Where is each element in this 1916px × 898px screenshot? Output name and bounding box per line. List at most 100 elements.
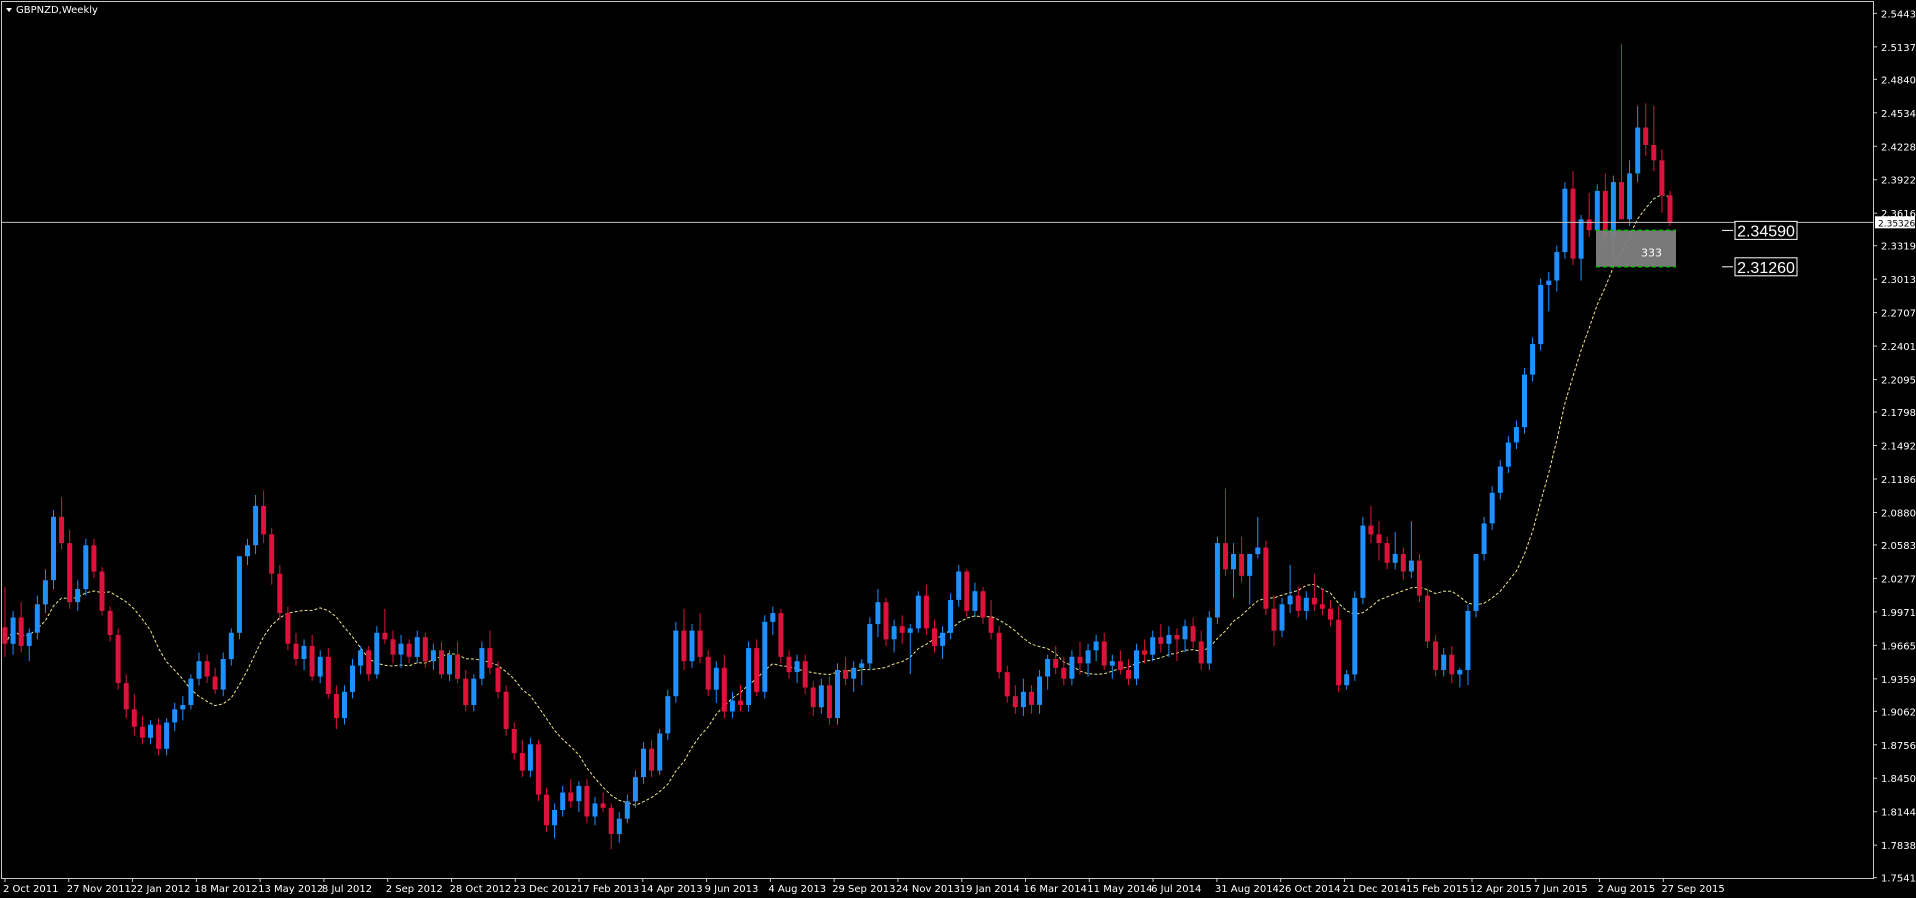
- candle-body: [1109, 661, 1115, 666]
- candlestick-chart[interactable]: GBPNZD,Weekly 333 2.34590 2.31260 2.54430 2…: [0, 0, 1916, 898]
- candle-body: [826, 685, 832, 719]
- candle-body: [1029, 691, 1034, 705]
- x-tick-label: 15 Feb 2015: [1406, 884, 1468, 895]
- x-tick-label: 24 Nov 2013: [896, 884, 960, 895]
- y-tick-label: 2.08800: [1881, 508, 1916, 519]
- candle-body: [1045, 659, 1051, 677]
- x-tick-label: 27 Nov 2011: [67, 884, 131, 895]
- candle-body: [713, 667, 719, 690]
- candle: [867, 617, 873, 670]
- candle-body: [51, 516, 56, 581]
- x-tick-label: 4 Aug 2013: [768, 884, 826, 895]
- candle-body: [83, 545, 89, 590]
- candle-body: [1231, 554, 1236, 570]
- candle-body: [172, 709, 178, 723]
- x-tick-label: 26 Oct 2014: [1279, 884, 1341, 895]
- candle-body: [220, 659, 226, 690]
- candle-body: [1449, 654, 1455, 675]
- current-price-label: 2.35326: [1878, 219, 1915, 229]
- candle-body: [1271, 608, 1277, 631]
- candle: [673, 621, 679, 703]
- candle-body: [1481, 523, 1487, 554]
- candle-body: [810, 687, 816, 708]
- candle-body: [641, 748, 646, 778]
- candle-body: [600, 803, 606, 808]
- candle-body: [333, 694, 339, 719]
- candle-body: [657, 733, 663, 771]
- candle: [1263, 540, 1269, 616]
- y-tick-label: 2.54430: [1881, 9, 1916, 20]
- candle-body: [1174, 635, 1180, 640]
- candle-body: [1457, 670, 1463, 675]
- candle-body: [390, 639, 396, 655]
- candle-body: [1352, 597, 1358, 675]
- chart-window[interactable]: GBPNZD,Weekly 333 2.34590 2.31260 2.54430 2…: [0, 0, 1916, 898]
- candle-body: [875, 602, 881, 625]
- candle-body: [1020, 691, 1026, 708]
- candle-body: [2, 627, 8, 644]
- candle-body: [75, 589, 81, 603]
- candle-body: [681, 630, 687, 662]
- candle-body: [1150, 637, 1156, 655]
- candle-body: [1400, 554, 1406, 572]
- candle-body: [1546, 280, 1552, 285]
- candle-body: [447, 654, 452, 675]
- candle-body: [1643, 127, 1649, 145]
- candle-body: [1126, 670, 1131, 679]
- y-tick-label: 2.30130: [1881, 275, 1916, 286]
- candle-body: [1368, 525, 1374, 535]
- candle-body: [705, 656, 711, 690]
- supply-demand-zone[interactable]: [1596, 230, 1676, 267]
- y-tick-label: 2.17980: [1881, 408, 1916, 419]
- candle-body: [948, 600, 954, 633]
- candle-body: [382, 632, 388, 640]
- level-value: 2.34590: [1737, 223, 1795, 240]
- candle-body: [932, 628, 937, 646]
- candle-body: [1037, 676, 1043, 705]
- y-tick-label: 2.20950: [1881, 376, 1916, 387]
- candle-body: [455, 654, 461, 679]
- candle-body: [616, 818, 622, 834]
- candle-body: [1441, 654, 1447, 670]
- candle: [115, 628, 121, 690]
- candle-body: [1562, 188, 1568, 253]
- candle-body: [1093, 641, 1099, 651]
- candle-body: [439, 650, 444, 675]
- candle-body: [624, 801, 630, 819]
- candle-body: [899, 626, 905, 633]
- y-tick-label: 2.05830: [1881, 541, 1916, 552]
- candle-body: [1263, 547, 1269, 609]
- candle: [778, 608, 784, 664]
- candle-body: [309, 645, 315, 677]
- candle: [503, 685, 509, 736]
- candle-body: [479, 648, 485, 679]
- y-tick-label: 2.48400: [1881, 75, 1916, 86]
- x-tick-label: 14 Apr 2013: [641, 884, 703, 895]
- candle-body: [487, 648, 493, 668]
- candle-body: [980, 591, 986, 618]
- candle-body: [1489, 492, 1495, 524]
- candle-body: [503, 691, 509, 729]
- candle: [1416, 554, 1422, 603]
- y-tick-label: 1.93590: [1881, 675, 1916, 686]
- x-tick-label: 18 Mar 2012: [194, 884, 257, 895]
- candle: [915, 591, 921, 633]
- candle-body: [236, 556, 242, 633]
- candle-body: [1619, 182, 1624, 220]
- candle-body: [560, 792, 566, 810]
- candle-body: [1166, 635, 1172, 644]
- candle-body: [1182, 626, 1188, 640]
- zone-label: 333: [1641, 246, 1662, 259]
- candle-body: [1214, 543, 1220, 618]
- x-tick-label: 2 Oct 2011: [3, 884, 58, 895]
- candle-body: [738, 700, 743, 705]
- candle-body: [398, 643, 404, 655]
- candle-body: [632, 777, 638, 802]
- candle-body: [67, 543, 73, 603]
- y-tick-label: 2.39220: [1881, 176, 1916, 187]
- candle-body: [1061, 667, 1067, 679]
- candle: [1667, 190, 1673, 226]
- candle-body: [1497, 466, 1503, 493]
- candle-body: [1344, 674, 1350, 686]
- candle-body: [156, 724, 162, 749]
